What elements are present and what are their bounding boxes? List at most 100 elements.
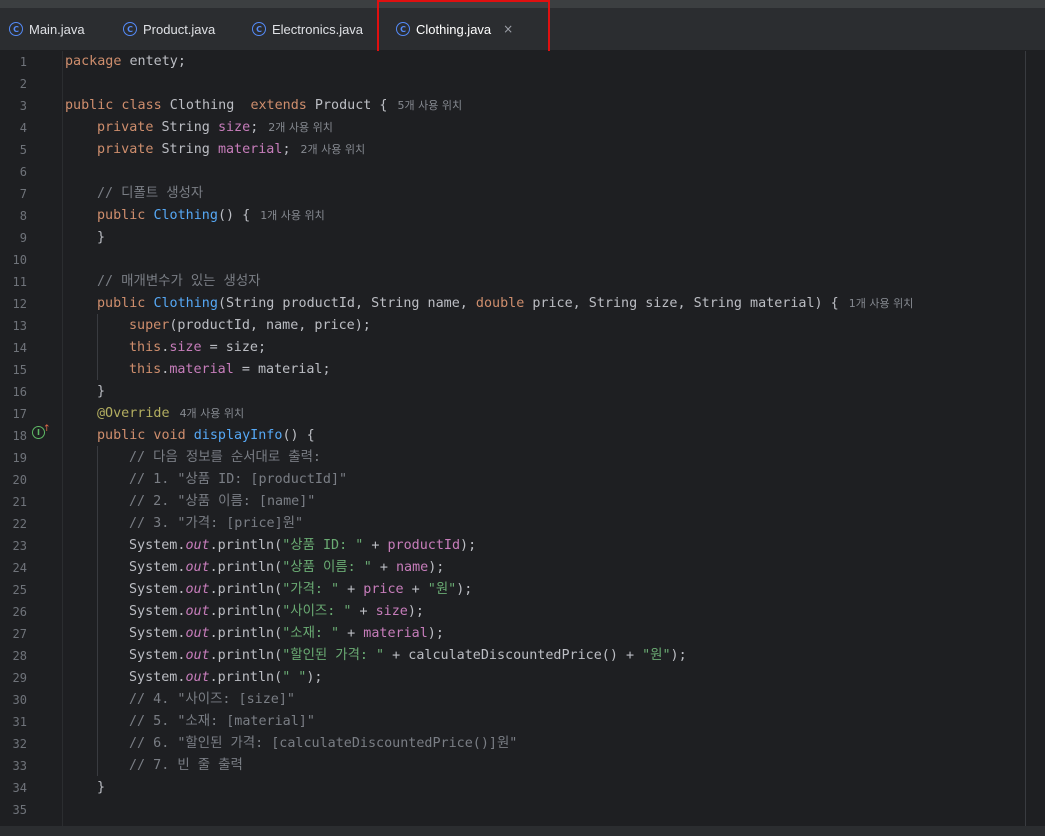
code-line: 9} — [0, 227, 1020, 249]
code-line: 27 System.out.println("소재: " + material); — [0, 623, 1020, 645]
token: System. — [129, 560, 186, 575]
code-line: 33 // 7. 빈 줄 출력 — [0, 755, 1020, 777]
horizontal-scrollbar[interactable] — [0, 826, 1045, 836]
line-number: 23 — [12, 539, 27, 553]
token: .println( — [209, 560, 283, 575]
tab-main-java[interactable]: C Main.java — [9, 8, 85, 50]
token: "가격: " — [282, 582, 340, 597]
token: size — [169, 340, 202, 355]
token: System. — [129, 648, 186, 663]
tab-label: Main.java — [29, 21, 85, 37]
token: price, String size, String material) { — [524, 296, 839, 311]
line-text: private String material; 2개 사용 위치 — [97, 139, 365, 161]
line-text: // 4. "사이즈: [size]" — [129, 692, 295, 707]
line-text: System.out.println("소재: " + material); — [129, 623, 444, 645]
java-run-class-icon: C — [9, 22, 23, 36]
line-number: 34 — [12, 781, 27, 795]
tab-product-java[interactable]: C Product.java — [123, 8, 215, 50]
code-line: 13 super(productId, name, price); — [0, 315, 1020, 337]
line-number: 21 — [12, 495, 27, 509]
line-number: 27 — [12, 627, 27, 641]
line-number: 12 — [12, 297, 27, 311]
code-line: 29 System.out.println(" "); — [0, 667, 1020, 689]
java-class-icon: C — [123, 22, 137, 36]
token: size — [375, 604, 408, 619]
line-text: // 3. "가격: [price]원" — [129, 516, 304, 531]
token: out — [185, 648, 210, 663]
token: material — [169, 362, 234, 377]
line-number: 17 — [12, 407, 27, 421]
line-text: public void displayInfo() { — [97, 425, 315, 447]
token: "소재: " — [282, 626, 340, 641]
code-line: 8 public Clothing() {1개 사용 위치 — [0, 205, 1020, 227]
token: Clothing — [153, 208, 218, 223]
token: String — [153, 142, 218, 157]
line-number: 5 — [19, 143, 27, 157]
token: = size; — [201, 340, 267, 355]
token: System. — [129, 538, 186, 553]
token: + — [403, 582, 428, 597]
usage-hint[interactable]: 1개 사용 위치 — [849, 297, 914, 310]
token: System. — [129, 604, 186, 619]
code-line: 31 // 5. "소재: [material]" — [0, 711, 1020, 733]
token: () { — [282, 428, 315, 443]
line-number: 6 — [19, 165, 27, 179]
usage-hint[interactable]: 2개 사용 위치 — [268, 121, 333, 134]
line-text: System.out.println("할인된 가격: " + calculat… — [129, 645, 687, 667]
line-number: 11 — [12, 275, 27, 289]
line-text: // 1. "상품 ID: [productId]" — [129, 472, 348, 487]
code-line: 14 this.size = size; — [0, 337, 1020, 359]
token: ); — [407, 604, 424, 619]
code-line: 15 this.material = material; — [0, 359, 1020, 381]
line-number: 28 — [12, 649, 27, 663]
usage-hint[interactable]: 2개 사용 위치 — [301, 143, 366, 156]
code-line: 3 public class Clothing extends Product {… — [0, 95, 1020, 117]
token: out — [185, 670, 210, 685]
usage-hint[interactable]: 4개 사용 위치 — [180, 407, 245, 420]
code-line: 5 private String material; 2개 사용 위치 — [0, 139, 1020, 161]
code-line: 12 public Clothing(String productId, Stri… — [0, 293, 1020, 315]
token: System. — [129, 582, 186, 597]
token: productId — [387, 538, 461, 553]
token: " " — [282, 670, 307, 685]
token: this — [129, 340, 162, 355]
usage-hint[interactable]: 1개 사용 위치 — [260, 209, 325, 222]
line-number: 16 — [12, 385, 27, 399]
line-text: @Override 4개 사용 위치 — [97, 403, 244, 425]
usage-hint[interactable]: 5개 사용 위치 — [398, 99, 463, 112]
token: String — [153, 120, 218, 135]
token: price — [363, 582, 404, 597]
token: .println( — [209, 648, 283, 663]
token: private — [97, 142, 154, 157]
code-line: 2 — [0, 73, 1020, 95]
token: out — [185, 560, 210, 575]
line-text: this.material = material; — [129, 359, 331, 381]
line-text: // 5. "소재: [material]" — [129, 714, 315, 729]
line-text: // 다음 정보를 순서대로 출력: — [129, 450, 321, 465]
token: (String productId, String name, — [217, 296, 476, 311]
code-line: 7 // 디폴트 생성자 — [0, 183, 1020, 205]
token: .println( — [209, 670, 283, 685]
line-text: super(productId, name, price); — [129, 315, 371, 337]
token: Clothing — [153, 296, 218, 311]
line-number: 3 — [19, 99, 27, 113]
token: = material; — [233, 362, 331, 377]
code-line: 18 public void displayInfo() { — [0, 425, 1020, 447]
line-number: 7 — [19, 187, 27, 201]
line-number: 4 — [19, 121, 27, 135]
line-text: } — [97, 384, 106, 399]
token: size — [217, 120, 251, 135]
code-line: 21 // 2. "상품 이름: [name]" — [0, 491, 1020, 513]
token: System. — [129, 670, 186, 685]
token: @Override — [97, 406, 170, 421]
token: out — [185, 626, 210, 641]
line-number: 35 — [12, 803, 27, 817]
tab-electronics-java[interactable]: C Electronics.java — [252, 8, 363, 50]
line-number: 15 — [12, 363, 27, 377]
token: public — [97, 208, 146, 223]
token: public class — [65, 98, 162, 113]
line-text: // 매개변수가 있는 생성자 — [97, 274, 261, 289]
right-margin-guide — [1025, 51, 1026, 826]
code-line: 26 System.out.println("사이즈: " + size); — [0, 601, 1020, 623]
token: "사이즈: " — [282, 604, 352, 619]
